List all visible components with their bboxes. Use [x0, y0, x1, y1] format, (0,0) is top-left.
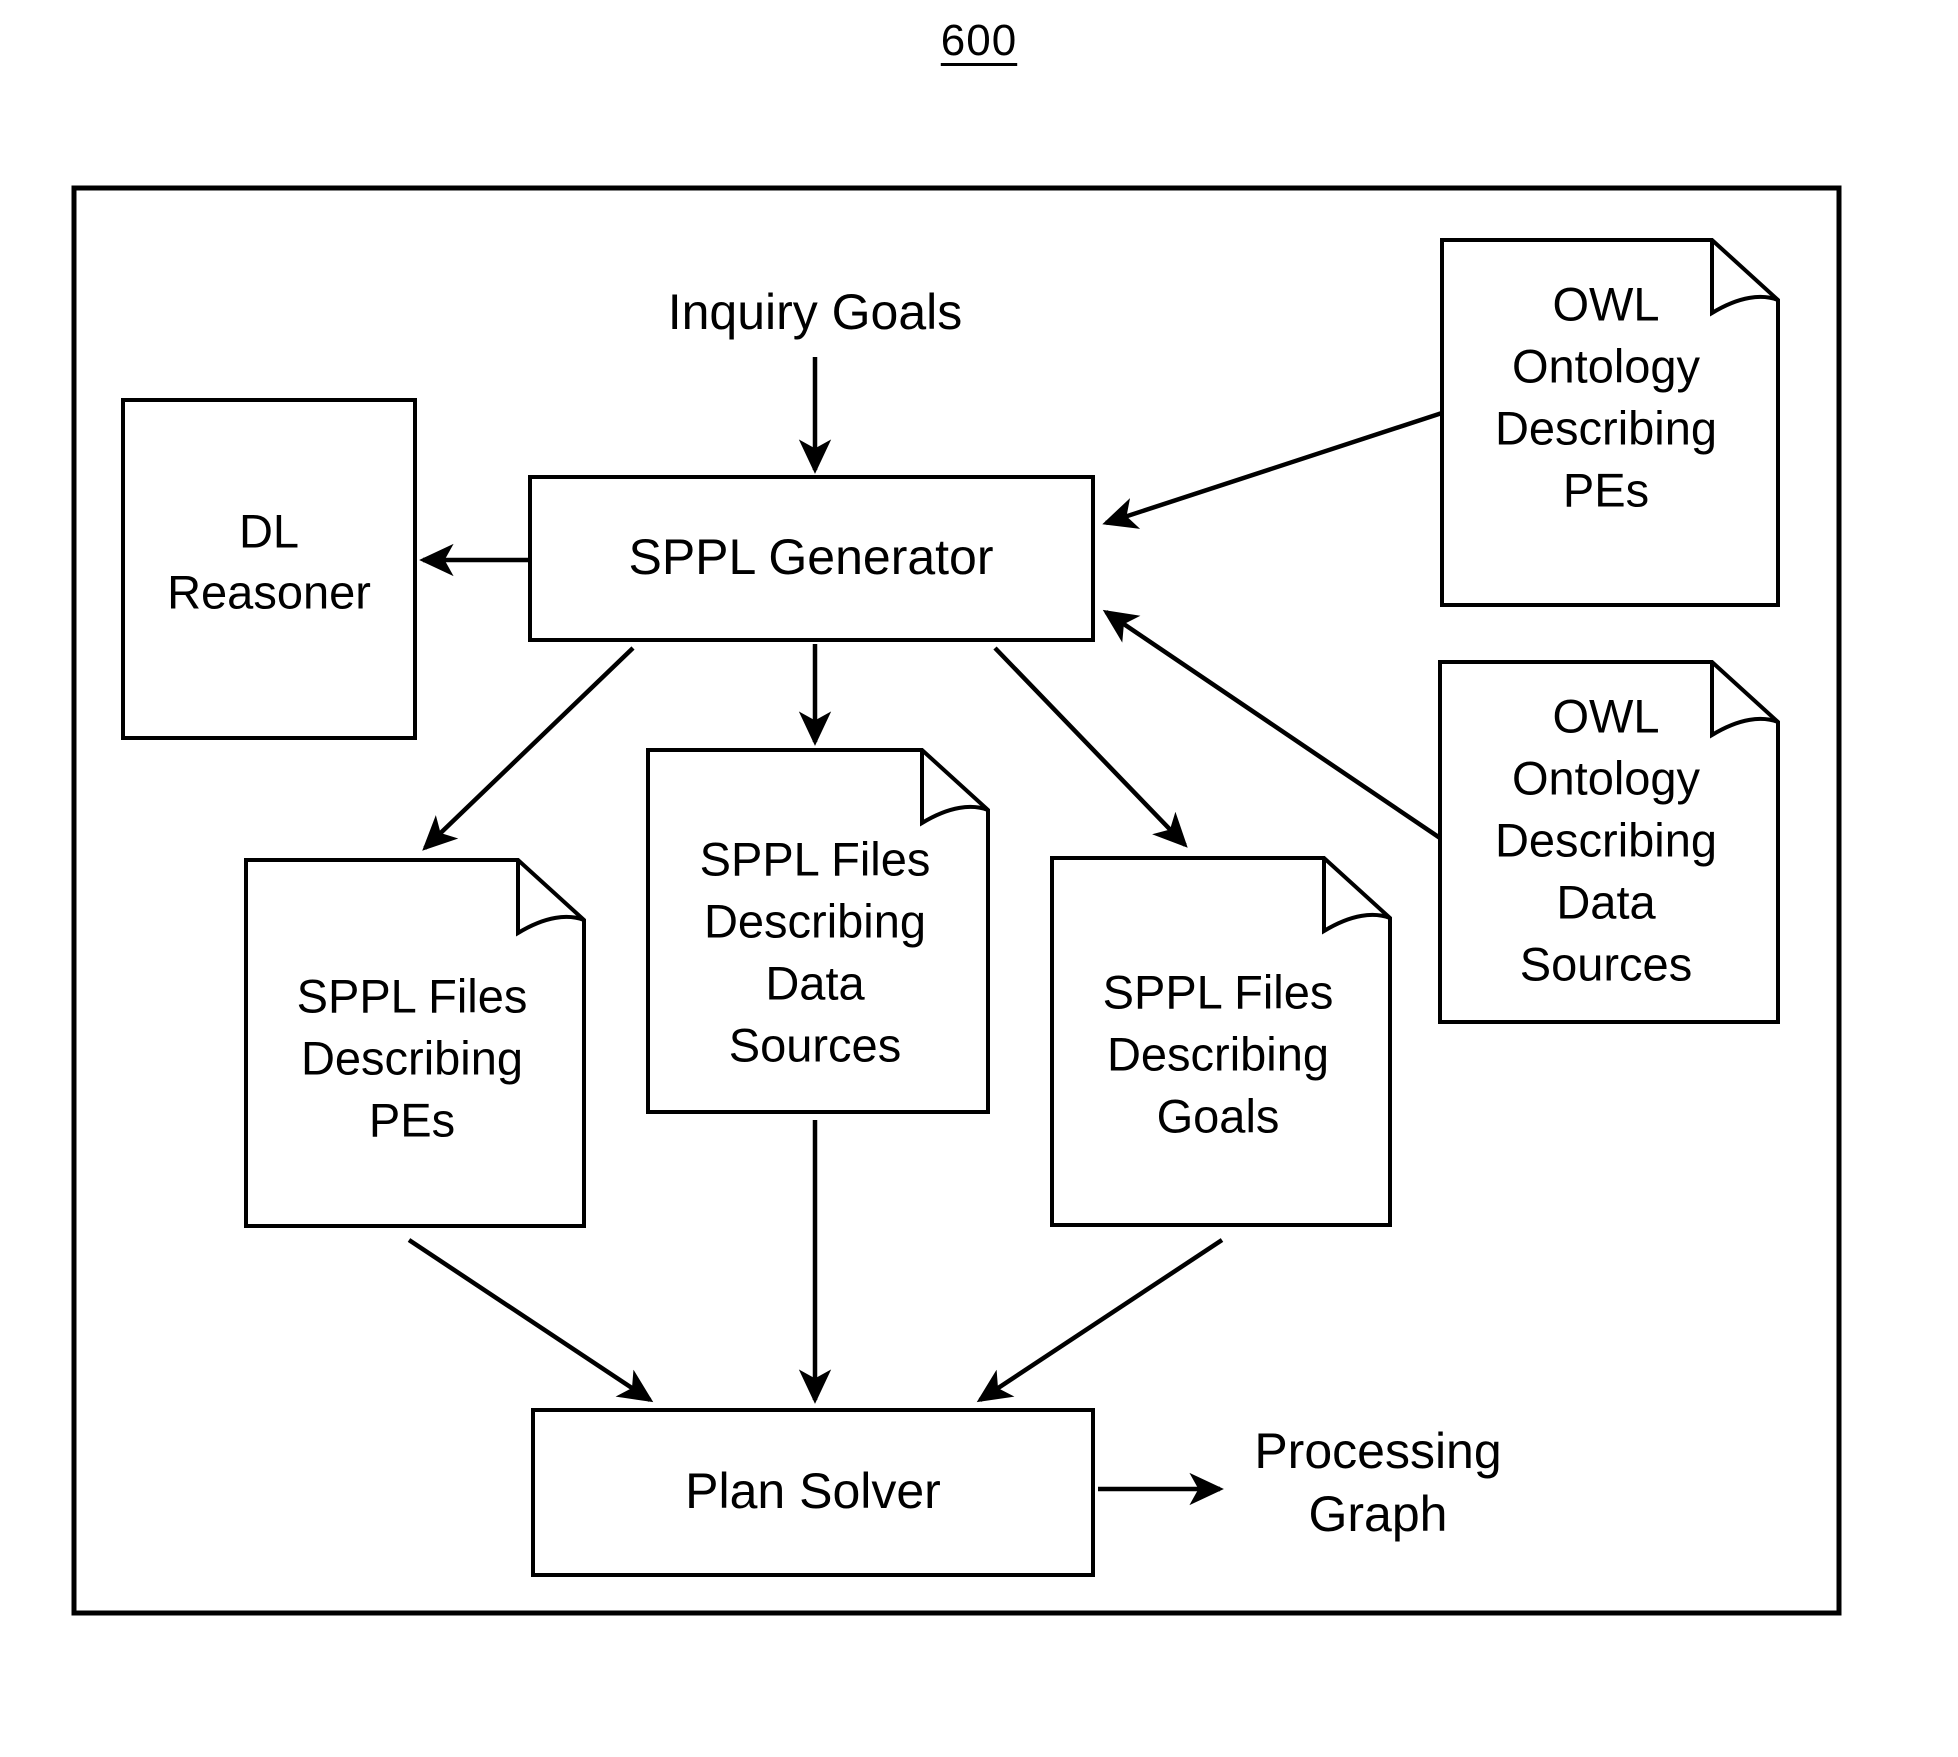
edge-sppl-files-pes-to-plan-solver: [407, 1238, 654, 1403]
figure-600: 600 Inquiry Goals DL Reasoner SPPL Gener…: [0, 0, 1958, 1757]
edge-sppl-generator-to-sppl-files-goals: [993, 646, 1188, 848]
edge-owl-ontology-data-sources-to-sppl-generator: [1102, 609, 1442, 840]
owl-ontology-pes-line-3: Describing: [1495, 401, 1717, 454]
diagram-canvas: Inquiry Goals DL Reasoner SPPL Generator…: [71, 185, 1842, 1616]
sppl-files-pes-line-3: PEs: [369, 1093, 455, 1146]
edge-owl-ontology-pes-to-sppl-generator: [1102, 410, 1443, 529]
processing-graph-line-2: Graph: [1309, 1486, 1448, 1542]
sppl-files-goals-line-2: Describing: [1107, 1027, 1329, 1080]
sppl-files-goals-line-3: Goals: [1157, 1089, 1280, 1142]
sppl-files-data-sources-line-4: Sources: [729, 1018, 901, 1071]
sppl-files-pes-line-2: Describing: [301, 1031, 523, 1084]
owl-ontology-data-sources-line-4: Data: [1556, 875, 1656, 928]
sppl-files-data-sources-line-3: Data: [765, 956, 865, 1009]
owl-ontology-data-sources-line-5: Sources: [1520, 937, 1692, 990]
plan-solver-label: Plan Solver: [685, 1463, 941, 1519]
sppl-files-data-sources-line-2: Describing: [704, 894, 926, 947]
dl-reasoner-label-line-1: DL: [239, 504, 299, 557]
dl-reasoner-label-line-2: Reasoner: [167, 565, 371, 618]
owl-ontology-data-sources-line-3: Describing: [1495, 813, 1717, 866]
owl-ontology-pes-line-2: Ontology: [1512, 339, 1701, 392]
owl-ontology-data-sources-line-2: Ontology: [1512, 751, 1701, 804]
owl-ontology-pes-line-1: OWL: [1552, 277, 1659, 330]
sppl-files-data-sources-line-1: SPPL Files: [700, 832, 931, 885]
edge-sppl-generator-to-sppl-files-pes: [422, 646, 635, 851]
processing-graph-line-1: Processing: [1254, 1423, 1501, 1479]
sppl-files-pes-line-1: SPPL Files: [297, 969, 528, 1022]
sppl-generator-label: SPPL Generator: [628, 529, 993, 585]
sppl-files-goals-line-1: SPPL Files: [1103, 965, 1334, 1018]
owl-ontology-pes-line-4: PEs: [1563, 463, 1649, 516]
edge-sppl-files-goals-to-plan-solver: [976, 1238, 1224, 1403]
inquiry-goals-label: Inquiry Goals: [668, 284, 963, 340]
owl-ontology-data-sources-line-1: OWL: [1552, 689, 1659, 742]
